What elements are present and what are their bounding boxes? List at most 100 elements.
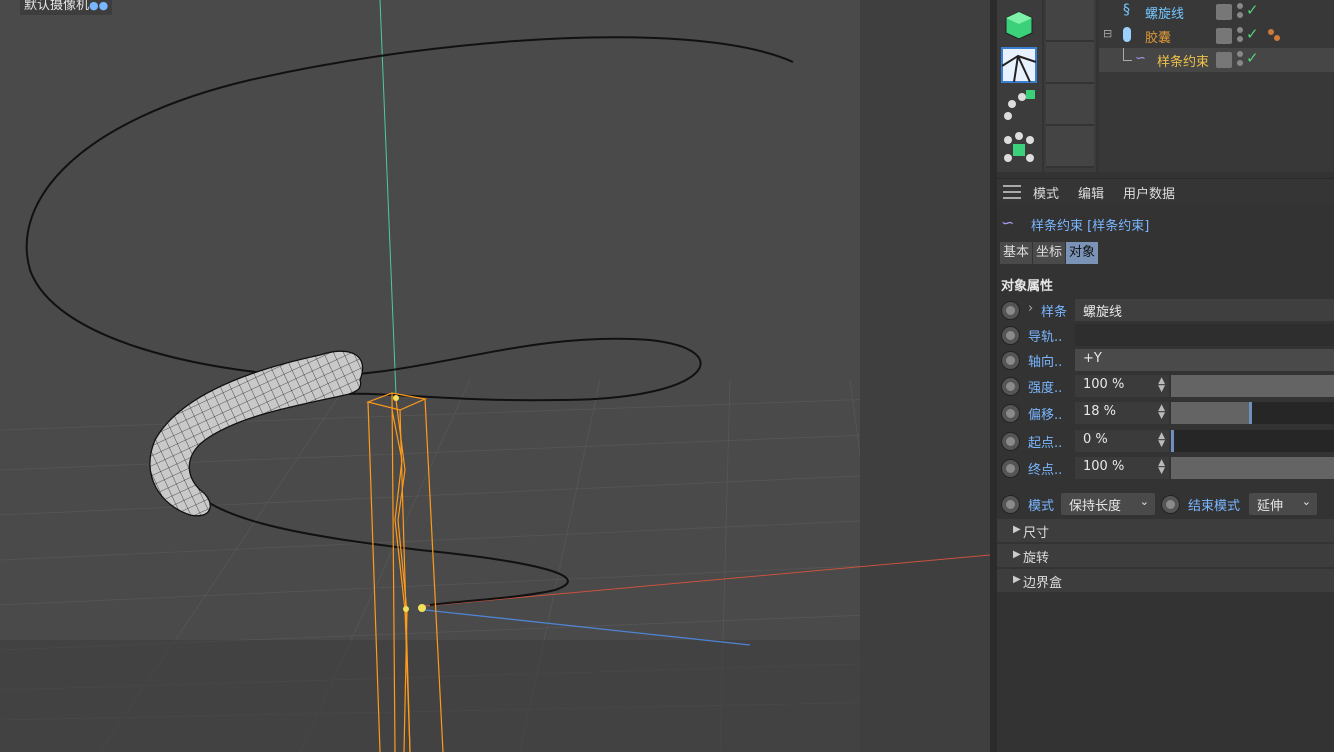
tab-coord[interactable]: 坐标	[1033, 242, 1066, 264]
param-label: 样条	[1041, 305, 1068, 320]
slider-knob[interactable]	[1171, 430, 1174, 452]
param-label: 模式	[1028, 499, 1055, 514]
menu-user-data[interactable]: 用户数据	[1123, 183, 1175, 202]
param-label: 起点..	[1028, 436, 1063, 451]
spline-link-field[interactable]: 螺旋线	[1075, 299, 1334, 321]
attribute-menubar: 模式 编辑 用户数据	[997, 178, 1334, 205]
animate-radio[interactable]	[1161, 495, 1180, 514]
visibility-dots[interactable]	[1237, 27, 1245, 45]
animate-radio[interactable]	[1001, 351, 1020, 370]
enabled-check-icon[interactable]: ✓	[1246, 1, 1259, 19]
animate-radio[interactable]	[1001, 326, 1020, 345]
spinner-icon[interactable]: ▲ ▼	[1158, 432, 1165, 449]
spinner-icon[interactable]: ▲ ▼	[1158, 459, 1165, 476]
param-label: 结束模式	[1188, 499, 1241, 514]
palette-slot-2[interactable]	[1046, 42, 1094, 84]
offset-slider[interactable]	[1171, 402, 1334, 424]
animate-radio[interactable]	[1001, 432, 1020, 451]
group-label: 边界盒	[1023, 576, 1063, 591]
group-label: 旋转	[1023, 551, 1050, 566]
tool-palette	[997, 0, 1042, 172]
enabled-check-icon[interactable]: ✓	[1246, 49, 1259, 67]
param-mode-row: 模式 保持长度 ⌄ 结束模式 延伸 ⌄	[997, 492, 1334, 516]
end-mode-value: 延伸	[1257, 499, 1284, 514]
menu-mode[interactable]: 模式	[1033, 183, 1059, 202]
start-slider[interactable]	[1171, 430, 1334, 452]
chevron-down-icon: ⌄	[1301, 495, 1311, 508]
deformer-icon[interactable]	[1000, 46, 1038, 84]
start-input[interactable]: 0 % ▲ ▼	[1075, 430, 1169, 452]
object-row-capsule[interactable]: ⊟ 胶囊 ✓	[1099, 24, 1334, 48]
axis-dropdown[interactable]: +Y	[1075, 349, 1334, 371]
matrix-icon[interactable]	[1000, 130, 1038, 168]
param-label: 终点..	[1028, 463, 1063, 478]
collapse-icon[interactable]: ⊟	[1103, 27, 1112, 40]
3d-viewport[interactable]: 默认摄像机●●	[0, 0, 990, 752]
edit-tag-icon[interactable]	[1216, 52, 1232, 68]
spline-constraint-icon: ∽	[1135, 51, 1146, 66]
expand-chevron-icon[interactable]: ›	[1028, 301, 1033, 316]
strength-input[interactable]: 100 % ▲ ▼	[1075, 375, 1169, 397]
object-row-spline-constraint[interactable]: ∽ 样条约束 ✓	[1099, 48, 1334, 72]
camera-label[interactable]: 默认摄像机●●	[20, 0, 113, 15]
section-title: 对象属性	[1001, 279, 1054, 294]
end-mode-dropdown[interactable]: 延伸 ⌄	[1249, 493, 1317, 515]
capsule-wireframe	[149, 351, 363, 516]
edit-tag-icon[interactable]	[1216, 28, 1232, 44]
axis-origin-point[interactable]	[403, 606, 409, 612]
axis-value: +Y	[1083, 351, 1102, 366]
animate-radio[interactable]	[1001, 459, 1020, 478]
cloner-icon[interactable]	[1000, 88, 1038, 126]
triangle-right-icon: ▶	[1013, 549, 1021, 560]
tab-object[interactable]: 对象	[1066, 242, 1099, 264]
object-row-helix[interactable]: § 螺旋线 ✓	[1099, 0, 1334, 24]
animate-radio[interactable]	[1001, 495, 1020, 514]
menu-edit[interactable]: 编辑	[1078, 183, 1104, 202]
start-value: 0 %	[1083, 432, 1108, 447]
param-axis: 轴向.. +Y	[997, 348, 1334, 372]
animate-radio[interactable]	[1001, 404, 1020, 423]
palette-slot-1[interactable]	[1046, 0, 1094, 42]
material-tag-icon[interactable]	[1267, 28, 1281, 42]
cube-icon[interactable]	[1000, 6, 1038, 44]
param-label: 轴向..	[1028, 355, 1063, 370]
far-floor	[0, 640, 990, 752]
animate-radio[interactable]	[1001, 377, 1020, 396]
spline-start-point[interactable]	[393, 395, 399, 401]
offset-input[interactable]: 18 % ▲ ▼	[1075, 402, 1169, 424]
param-label: 偏移..	[1028, 408, 1063, 423]
enabled-check-icon[interactable]: ✓	[1246, 25, 1259, 43]
end-slider[interactable]	[1171, 457, 1334, 479]
visibility-dots[interactable]	[1237, 3, 1245, 21]
palette-slot-3[interactable]	[1046, 84, 1094, 126]
spinner-icon[interactable]: ▲ ▼	[1158, 377, 1165, 394]
spinner-icon[interactable]: ▲ ▼	[1158, 404, 1165, 421]
rail-link-field[interactable]	[1075, 324, 1334, 346]
axis-handle[interactable]	[418, 604, 426, 612]
panel-splitter[interactable]	[990, 0, 997, 752]
palette-slot-4[interactable]	[1046, 126, 1094, 168]
end-value: 100 %	[1083, 459, 1125, 474]
camera-icon: ●●	[89, 0, 109, 12]
helix-spline[interactable]	[25, 36, 794, 606]
param-label: 导轨..	[1028, 330, 1063, 345]
edit-tag-icon[interactable]	[1216, 4, 1232, 20]
group-rotation[interactable]: ▶ 旋转	[997, 544, 1334, 569]
animate-radio[interactable]	[1001, 301, 1020, 320]
end-input[interactable]: 100 % ▲ ▼	[1075, 457, 1169, 479]
visibility-dots[interactable]	[1237, 51, 1245, 69]
attribute-title: 样条约束 [样条约束]	[1031, 219, 1150, 234]
object-name: 胶囊	[1145, 31, 1172, 46]
offset-value: 18 %	[1083, 404, 1117, 419]
tab-basic[interactable]: 基本	[1000, 242, 1033, 264]
viewport-scene[interactable]	[0, 0, 990, 752]
param-start: 起点.. 0 % ▲ ▼	[997, 429, 1334, 453]
group-bounding-box[interactable]: ▶ 边界盒	[997, 569, 1334, 594]
attribute-tabs: 基本 坐标 对象	[1000, 242, 1099, 264]
hamburger-icon[interactable]	[1003, 185, 1021, 199]
param-spline: › 样条 螺旋线	[997, 298, 1334, 322]
group-size[interactable]: ▶ 尺寸	[997, 519, 1334, 544]
slider-knob[interactable]	[1249, 402, 1252, 424]
strength-slider[interactable]	[1171, 375, 1334, 397]
mode-dropdown[interactable]: 保持长度 ⌄	[1061, 493, 1155, 515]
